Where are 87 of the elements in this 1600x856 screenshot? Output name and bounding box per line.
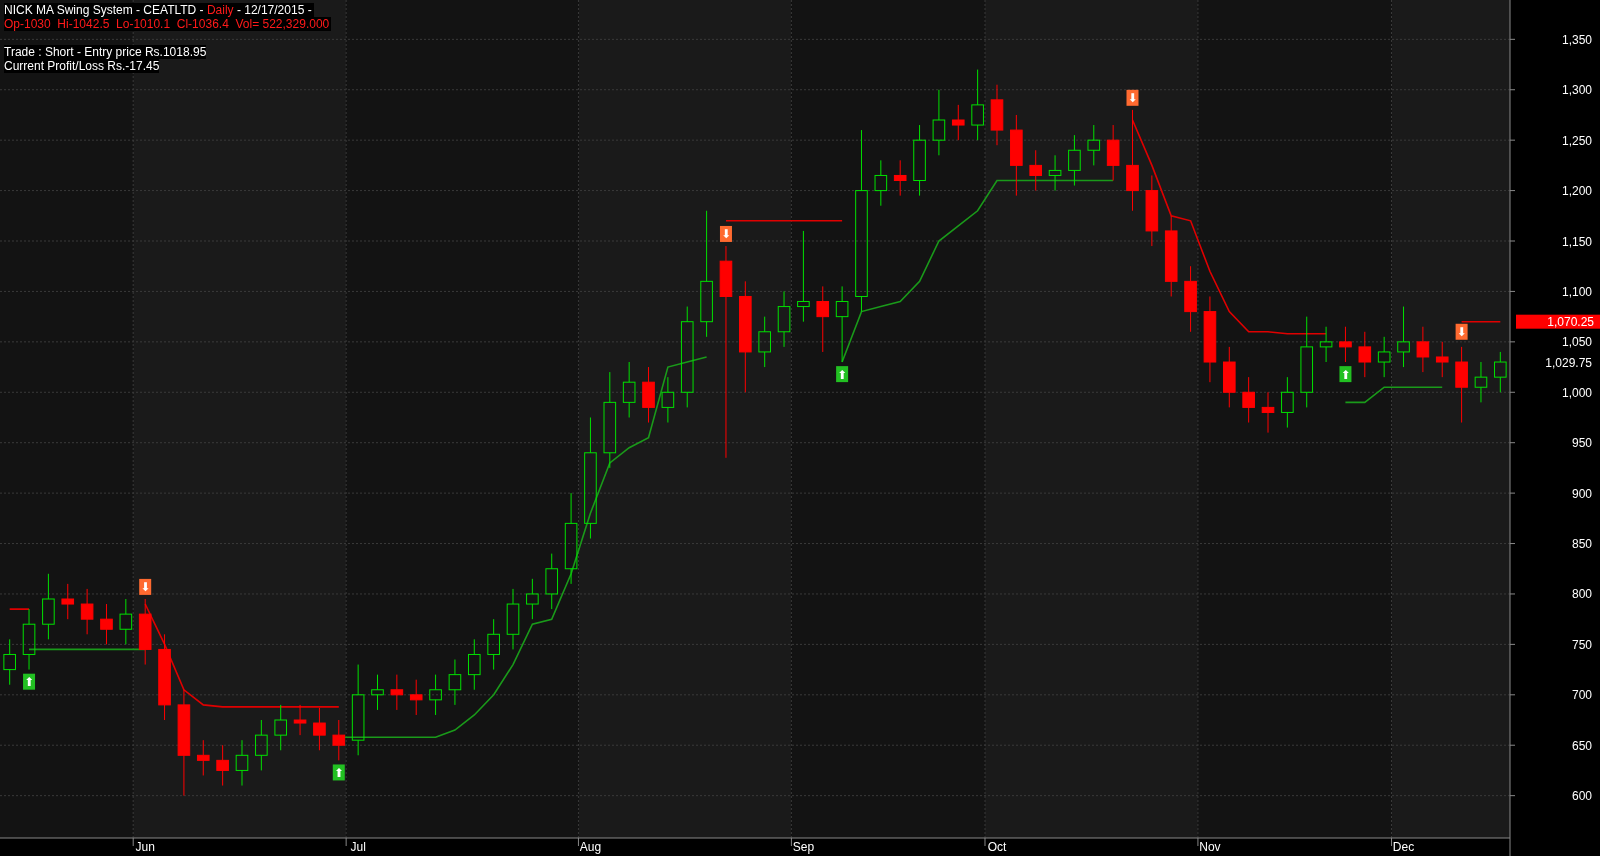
x-axis-label: Jul — [350, 840, 366, 854]
profit-loss-info: Current Profit/Loss Rs.-17.45 — [4, 59, 160, 73]
candlestick — [893, 159, 907, 197]
candlestick — [971, 69, 984, 141]
candlestick — [390, 674, 404, 711]
candlestick — [545, 553, 559, 610]
y-axis-label: 1,150 — [1561, 234, 1592, 249]
candlestick — [22, 608, 36, 671]
candlestick — [274, 704, 287, 751]
interval-label: Daily — [206, 3, 234, 17]
x-axis-label: Oct — [987, 840, 1007, 854]
y-axis-label: 750 — [1571, 637, 1592, 652]
candlestick — [216, 744, 229, 787]
candlestick — [196, 739, 210, 776]
x-axis-label: Aug — [579, 840, 602, 854]
y-axis-label: 1,050 — [1561, 335, 1592, 350]
y-axis-label: 600 — [1571, 789, 1592, 804]
candlestick — [642, 366, 655, 424]
candlestick — [1339, 326, 1352, 363]
candlestick — [429, 674, 442, 716]
y-axis-label: 800 — [1571, 587, 1592, 602]
y-axis-label: 1,000 — [1561, 385, 1592, 400]
candlestick — [255, 719, 268, 771]
candlestick — [1377, 336, 1391, 378]
y-axis-label: 900 — [1571, 486, 1592, 501]
y-axis-label: 1,100 — [1561, 284, 1592, 299]
candlestick — [777, 290, 791, 348]
candlestick — [119, 598, 133, 645]
candlestick — [448, 659, 462, 706]
candlestick — [61, 583, 75, 620]
candlestick — [622, 361, 636, 418]
candlestick — [313, 707, 326, 751]
candlestick — [1281, 376, 1294, 429]
ohlc-quote: Op-1030 Hi-1042.5 Lo-1010.1 Cl-1036.4 Vol= 522,329.000 — [4, 17, 332, 31]
candlestick — [874, 159, 888, 207]
candlestick — [1319, 326, 1333, 363]
candlestick — [468, 638, 481, 691]
candlestick — [951, 104, 965, 141]
y-axis-label: 1,200 — [1561, 184, 1592, 199]
candlestick — [1358, 331, 1372, 378]
y-axis-label: 950 — [1571, 436, 1592, 451]
y-axis-label: 850 — [1571, 537, 1592, 552]
candlestick — [1242, 376, 1255, 424]
candlestick — [1068, 134, 1081, 187]
candlestick — [293, 704, 307, 736]
y-axis-label: 1,350 — [1561, 32, 1592, 47]
candlestick — [1416, 326, 1430, 373]
candlestick — [1029, 149, 1042, 192]
candlestick — [1261, 391, 1275, 434]
candlestick — [235, 739, 249, 787]
x-axis-label: Nov — [1199, 840, 1221, 854]
candlestick — [1087, 124, 1101, 166]
candlestick — [1474, 361, 1488, 403]
candlestick — [1397, 306, 1410, 368]
candlestick — [990, 84, 1004, 146]
candlestick — [332, 719, 346, 761]
candlestick — [100, 603, 113, 645]
candlestick — [816, 285, 830, 353]
candlestick — [506, 588, 520, 650]
candlestick — [1223, 346, 1236, 408]
candlestick — [138, 598, 152, 666]
candlestick — [1494, 351, 1507, 393]
y-axis-label: 650 — [1571, 738, 1592, 753]
x-axis-label: Jun — [135, 840, 155, 854]
y-axis-label: 1,029.75 — [1545, 355, 1592, 370]
x-axis-label: Sep — [792, 840, 815, 854]
candlestick — [80, 588, 94, 635]
candlestick — [1106, 124, 1120, 181]
candlestick — [1048, 154, 1062, 192]
candlestick — [42, 573, 55, 640]
trade-info: Trade : Short - Entry price Rs.1018.95 — [4, 45, 207, 59]
candlestick — [371, 674, 384, 711]
x-axis-label: Dec — [1392, 840, 1415, 854]
candlestick — [3, 638, 16, 686]
candlestick — [487, 618, 500, 671]
y-axis-label: 700 — [1571, 688, 1592, 703]
y-axis-label: 1,300 — [1561, 83, 1592, 98]
y-axis-label: 1,250 — [1561, 133, 1592, 148]
candlestick — [409, 679, 423, 716]
candlestick — [1184, 265, 1197, 333]
candlestick — [526, 578, 539, 620]
candlestick — [1435, 341, 1449, 378]
candlestick — [932, 89, 946, 156]
candlestick — [758, 316, 771, 368]
date-label: - 12/17/2015 - — [235, 3, 312, 17]
chart-title: NICK MA Swing System - CEATLTD - — [4, 3, 205, 17]
candlestick — [661, 376, 675, 424]
